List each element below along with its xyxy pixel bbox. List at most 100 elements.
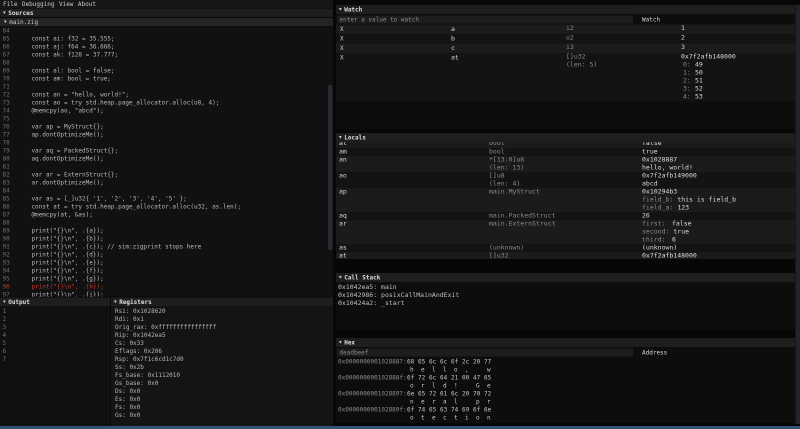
local-name: ao: [336, 172, 489, 180]
watch-name: c: [451, 44, 566, 54]
chevron-down-icon: ▼: [339, 7, 342, 12]
hex-bytes-row: 0x0000000001028887:68656c6c6f2c2077: [336, 358, 795, 366]
local-type: []u32: [489, 252, 642, 259]
code-line: 73 const ao = try std.heap.page_allocato…: [0, 99, 333, 107]
line-number[interactable]: 91: [0, 243, 17, 251]
line-number[interactable]: 66: [0, 43, 17, 51]
call-stack-panel-header[interactable]: ▼ Call Stack: [336, 273, 795, 282]
output-panel-header[interactable]: ▼ Output: [0, 298, 110, 307]
line-number[interactable]: 65: [0, 35, 17, 43]
watch-input[interactable]: [337, 16, 633, 24]
menu-item-file[interactable]: File: [3, 1, 17, 8]
delete-watch-button[interactable]: X: [336, 34, 451, 44]
hex-byte: 2c: [462, 358, 473, 366]
source-code-area: 6465 const ai: f32 = 35.555;66 const aj:…: [0, 27, 333, 297]
line-number[interactable]: 76: [0, 123, 17, 131]
watch-child-val: 49: [695, 61, 703, 69]
line-number[interactable]: 64: [0, 27, 17, 35]
line-number[interactable]: 87: [0, 211, 17, 219]
call-stack-frame[interactable]: 0x10424a2: _start: [338, 300, 795, 308]
locals-row[interactable]: aqmain.PackedStruct26: [336, 212, 795, 220]
line-number[interactable]: 69: [0, 67, 17, 75]
code-text: print("{}\n", .{b});: [17, 235, 104, 243]
line-number[interactable]: 86: [0, 203, 17, 211]
line-number[interactable]: 71: [0, 83, 17, 91]
line-number[interactable]: 67: [0, 51, 17, 59]
sources-panel-header[interactable]: ▼ Sources: [0, 9, 333, 18]
line-number[interactable]: 96: [0, 283, 17, 291]
code-text: var aq = PackedStruct{};: [17, 147, 118, 155]
local-value: false: [642, 142, 795, 148]
locals-panel: ▼ Locals alboolfalseambooltruean*[13:0]u…: [336, 133, 795, 259]
file-tab-main-zig[interactable]: ▼ main.zig: [0, 18, 333, 26]
menu-item-view[interactable]: View: [59, 1, 73, 8]
hex-byte: 69: [484, 422, 495, 424]
menu-item-debugging[interactable]: Debugging: [22, 1, 55, 8]
line-number[interactable]: 81: [0, 163, 17, 171]
line-number[interactable]: 97: [0, 291, 17, 297]
line-number[interactable]: 85: [0, 195, 17, 203]
watch-type: u2: [566, 34, 681, 42]
line-number[interactable]: 83: [0, 179, 17, 187]
watch-add-button[interactable]: Watch: [642, 16, 660, 23]
call-stack-frame[interactable]: 0x1042ea5: main: [338, 284, 795, 292]
locals-row[interactable]: armain.ExternStructfirst:falsesecond:tru…: [336, 220, 795, 244]
line-number[interactable]: 89: [0, 227, 17, 235]
watch-value: 0x7f2afb1480000:491:502:513:524:53: [681, 53, 795, 101]
watch-row[interactable]: Xai21: [336, 25, 795, 35]
watch-row[interactable]: Xbu22: [336, 34, 795, 44]
code-line: 67 const ak: f128 = 37.777;: [0, 51, 333, 59]
line-number[interactable]: 82: [0, 171, 17, 179]
registers-panel-header[interactable]: ▼ Registers: [111, 298, 333, 307]
line-number[interactable]: 74: [0, 107, 17, 115]
watch-row[interactable]: Xat[]u32(len: 5)0x7f2afb1480000:491:502:…: [336, 53, 795, 101]
code-text: print("{}\n", .{d});: [17, 251, 104, 259]
watch-child-index: 4:: [681, 93, 695, 101]
local-value-line: 0x7f2afb148000: [642, 252, 795, 259]
delete-watch-button[interactable]: X: [336, 25, 451, 35]
source-scrollbar[interactable]: [328, 85, 333, 250]
menu-item-about[interactable]: About: [78, 1, 96, 8]
line-number[interactable]: 68: [0, 59, 17, 67]
line-number[interactable]: 72: [0, 91, 17, 99]
hex-address-input[interactable]: [337, 349, 633, 357]
code-line: 76 var ap = MyStruct{};: [0, 123, 333, 131]
code-line: 71: [0, 83, 333, 91]
locals-row[interactable]: as(unknown)(unknown): [336, 244, 795, 252]
local-value-line: 26: [642, 212, 795, 220]
local-type: []u8(len: 4): [489, 172, 642, 188]
local-value-line: true: [642, 148, 795, 156]
line-number[interactable]: 93: [0, 259, 17, 267]
line-number[interactable]: 90: [0, 235, 17, 243]
line-number[interactable]: 84: [0, 187, 17, 195]
hex-ascii-row: otection: [336, 414, 795, 422]
locals-row[interactable]: ambooltrue: [336, 148, 795, 156]
line-number[interactable]: 75: [0, 115, 17, 123]
line-number[interactable]: 79: [0, 147, 17, 155]
hex-address-button[interactable]: Address: [642, 349, 667, 356]
locals-panel-header[interactable]: ▼ Locals: [336, 133, 795, 142]
locals-row[interactable]: an*[13:0]u8(len: 13)0x1028887hello, worl…: [336, 156, 795, 172]
line-number[interactable]: 70: [0, 75, 17, 83]
delete-watch-button[interactable]: X: [336, 44, 451, 54]
locals-row[interactable]: apmain.MyStruct0x10294b3field_b:this is …: [336, 188, 795, 212]
line-number[interactable]: 92: [0, 251, 17, 259]
line-number[interactable]: 94: [0, 267, 17, 275]
call-stack-frame[interactable]: 0x1042986: posixCallMainAndExit: [338, 292, 795, 300]
line-number[interactable]: 88: [0, 219, 17, 227]
locals-row[interactable]: ao[]u8(len: 4)0x7f2afb149000abcd: [336, 172, 795, 188]
right-scrollbar[interactable]: [796, 5, 800, 424]
locals-row[interactable]: at[]u320x7f2afb148000: [336, 252, 795, 259]
delete-watch-button[interactable]: X: [336, 53, 451, 63]
watch-panel-header[interactable]: ▼ Watch: [336, 5, 795, 14]
line-number[interactable]: 80: [0, 155, 17, 163]
hex-panel-header[interactable]: ▼ Hex: [336, 338, 795, 347]
call-stack-panel: ▼ Call Stack 0x1042ea5: main0x1042986: p…: [336, 273, 795, 330]
register-entry: Cs: 0x33: [115, 339, 333, 347]
line-number[interactable]: 73: [0, 99, 17, 107]
hex-ascii-char: r: [429, 398, 440, 406]
watch-row[interactable]: Xci33: [336, 44, 795, 54]
line-number[interactable]: 78: [0, 139, 17, 147]
line-number[interactable]: 77: [0, 131, 17, 139]
line-number[interactable]: 95: [0, 275, 17, 283]
